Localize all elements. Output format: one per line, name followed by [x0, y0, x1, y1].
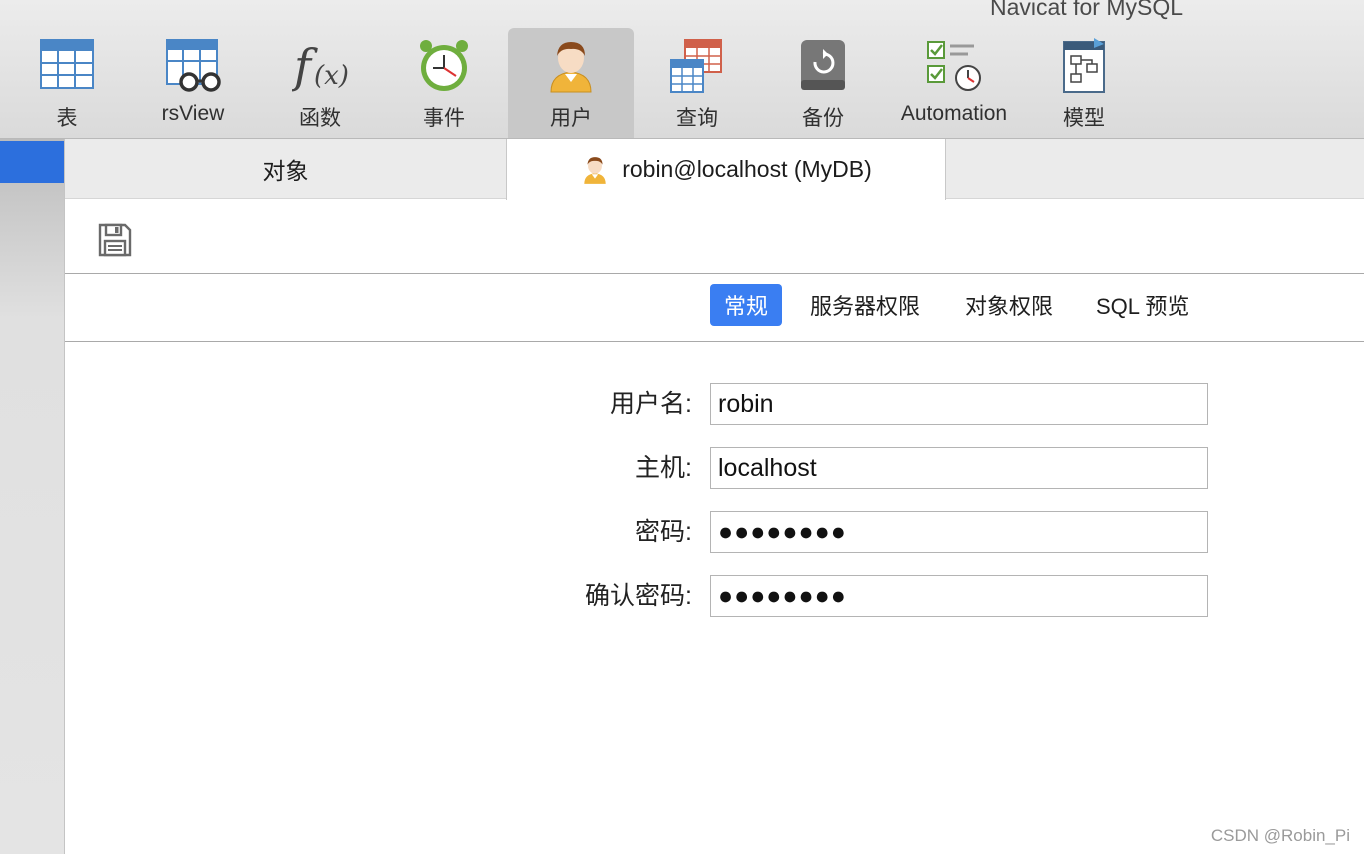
backup-icon: [801, 40, 845, 90]
tab-server-privileges[interactable]: 服务器权限: [796, 284, 934, 326]
svg-text:(x): (x): [314, 61, 348, 91]
toolbar-view-button[interactable]: rsView: [140, 28, 246, 138]
connection-sidebar: [0, 139, 65, 854]
save-icon[interactable]: [97, 222, 133, 258]
tab-user-label: robin@localhost (MyDB): [622, 156, 872, 182]
event-clock-icon: [420, 40, 468, 91]
watermark: CSDN @Robin_Pi: [1210, 826, 1350, 845]
username-input[interactable]: [710, 383, 1208, 425]
toolbar-model-button[interactable]: 模型: [1034, 28, 1134, 138]
toolbar-user-button[interactable]: 用户: [508, 28, 634, 138]
function-icon: f (x): [292, 39, 348, 93]
toolbar-function-button[interactable]: f (x) 函数: [268, 28, 372, 138]
password-row: 密码:: [65, 511, 1364, 553]
toolbar-label: rsView: [161, 102, 225, 125]
document-tabbar: 对象 robin@localhost (MyDB): [65, 139, 1364, 200]
toolbar-label: 用户: [550, 107, 592, 130]
toolbar-label: Automation: [900, 102, 1008, 125]
sidebar-selected-item[interactable]: [0, 141, 64, 183]
navicat-window: Navicat for MySQL 表 rsView f (x) 函数 事件 用…: [0, 0, 1364, 854]
confirm-password-label: 确认密码:: [585, 582, 692, 610]
toolbar-label: 查询: [676, 107, 718, 130]
toolbar-label: 函数: [299, 107, 341, 130]
tab-general[interactable]: 常规: [710, 284, 783, 326]
tab-objects-label: 对象: [262, 158, 309, 184]
toolbar-event-button[interactable]: 事件: [392, 28, 496, 138]
editor-toolbar: [65, 200, 1364, 274]
host-input[interactable]: [710, 447, 1208, 489]
confirm-password-input[interactable]: [710, 575, 1208, 617]
username-row: 用户名:: [65, 383, 1364, 425]
toolbar-label: 事件: [423, 107, 465, 130]
toolbar-query-button[interactable]: 查询: [645, 28, 749, 138]
user-editor-tabs: 常规 服务器权限 对象权限 SQL 预览: [65, 274, 1364, 342]
main-toolbar: Navicat for MySQL 表 rsView f (x) 函数 事件 用…: [0, 0, 1364, 139]
toolbar-label: 表: [56, 107, 78, 130]
tab-sql-preview[interactable]: SQL 预览: [1082, 284, 1203, 326]
host-label: 主机:: [635, 454, 692, 482]
host-row: 主机:: [65, 447, 1364, 489]
table-icon: [40, 39, 94, 89]
password-input[interactable]: [710, 511, 1208, 553]
confirm-password-row: 确认密码:: [65, 575, 1364, 617]
user-icon: [584, 156, 606, 184]
toolbar-label: 模型: [1063, 107, 1105, 130]
tab-objects[interactable]: 对象: [65, 139, 506, 199]
model-icon: [1063, 38, 1105, 93]
toolbar-backup-button[interactable]: 备份: [771, 28, 875, 138]
automation-icon: [927, 41, 981, 91]
general-form: 用户名: 主机: 密码: 确认密码:: [65, 342, 1364, 854]
toolbar-automation-button[interactable]: Automation: [890, 28, 1018, 138]
user-icon: [550, 42, 592, 93]
username-label: 用户名:: [610, 390, 692, 418]
password-label: 密码:: [635, 518, 692, 546]
query-icon: [670, 39, 722, 93]
window-title: Navicat for MySQL: [990, 0, 1183, 20]
toolbar-label: 备份: [802, 107, 844, 130]
toolbar-table-button[interactable]: 表: [13, 28, 121, 138]
view-icon: [166, 39, 221, 92]
tab-object-privileges[interactable]: 对象权限: [951, 284, 1067, 326]
tab-user-editor[interactable]: robin@localhost (MyDB): [506, 139, 946, 200]
